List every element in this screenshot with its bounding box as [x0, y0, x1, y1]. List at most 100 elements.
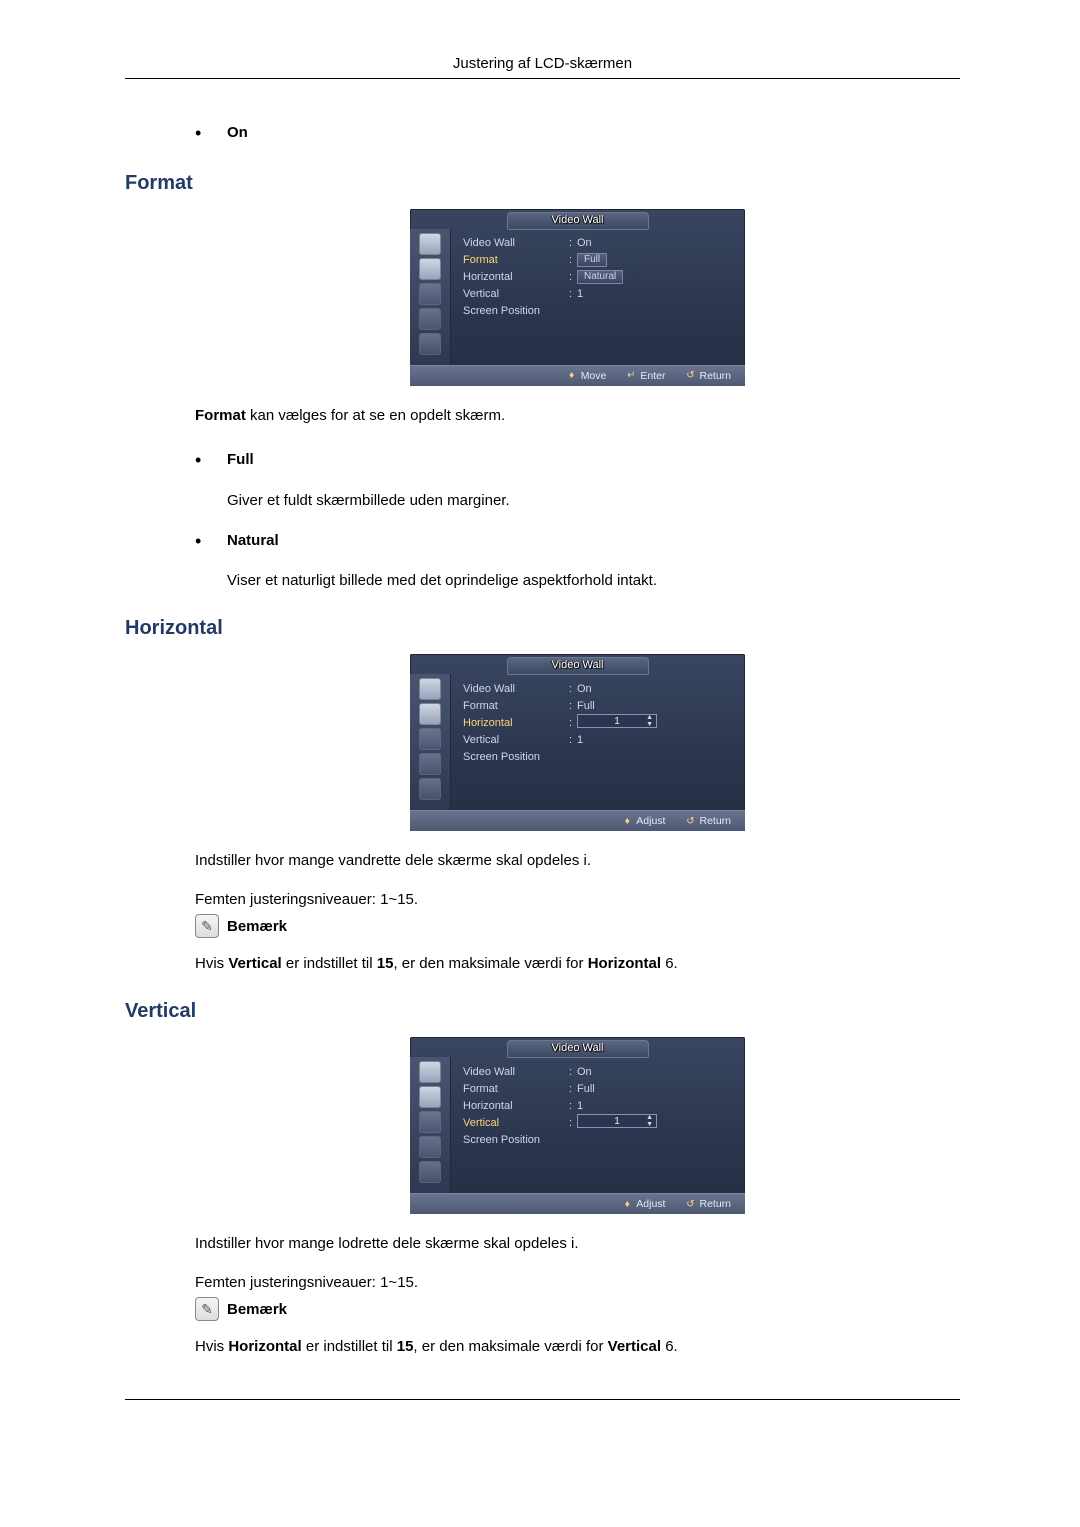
horizontal-desc: Indstiller hvor mange vandrette dele skæ…: [195, 849, 960, 873]
osd-row-label: Vertical: [463, 734, 569, 746]
osd-row-value: On: [577, 237, 592, 249]
bullet-dot-icon: •: [195, 446, 227, 475]
osd-footer-adjust: Adjust: [636, 1198, 665, 1210]
note-t2: er indstillet til: [282, 955, 377, 972]
note-t4: 6.: [661, 1338, 678, 1355]
osd-slider: 1 ▲▼: [577, 714, 657, 728]
osd-row-label: Horizontal: [463, 1100, 569, 1112]
osd-colon: :: [569, 1083, 577, 1095]
osd-row-label: Vertical: [463, 288, 569, 300]
osd-row-label: Horizontal: [463, 271, 569, 283]
osd-footer-return: Return: [699, 370, 731, 382]
osd-sidebar-icon-2: [419, 258, 441, 280]
osd-row-format: Format : Full: [463, 252, 745, 269]
bullet-full: • Full: [195, 446, 960, 475]
note-b3: Vertical: [608, 1338, 661, 1355]
osd-slider-value: 1: [614, 1116, 620, 1127]
osd-row-format: Format : Full: [463, 1080, 745, 1097]
page-footer-rule: [125, 1399, 960, 1400]
osd-row-label: Video Wall: [463, 1066, 569, 1078]
osd-footer: ♦Adjust ↺Return: [410, 1193, 745, 1214]
osd-row-vertical: Vertical : 1: [463, 286, 745, 303]
osd-row-value: Full: [577, 700, 595, 712]
osd-row-value: 1: [577, 1100, 583, 1112]
note-b2: 15: [377, 955, 394, 972]
osd-row-screenposition: Screen Position: [463, 748, 745, 765]
move-icon: ♦: [567, 370, 577, 381]
osd-row-value-pill: Natural: [577, 270, 623, 284]
format-intro-rest: kan vælges for at se en opdelt skærm.: [246, 407, 505, 424]
bullet-on-label: On: [227, 121, 248, 145]
osd-row-label: Video Wall: [463, 237, 569, 249]
note-t1: Hvis: [195, 1338, 228, 1355]
note-t3: , er den maksimale værdi for: [393, 955, 587, 972]
osd-row-videowall: Video Wall : On: [463, 680, 745, 697]
note-icon: ✎: [195, 1297, 219, 1321]
osd-list: Video Wall : On Format : Full Horizontal…: [451, 229, 745, 365]
bullet-full-label: Full: [227, 448, 254, 472]
osd-panel-horizontal: Video Wall Video Wall : On: [410, 654, 745, 831]
osd-footer: ♦Adjust ↺Return: [410, 810, 745, 831]
osd-sidebar: [410, 674, 451, 810]
note-icon: ✎: [195, 914, 219, 938]
osd-row-value-pill: Full: [577, 253, 607, 267]
format-intro-bold: Format: [195, 407, 246, 424]
osd-footer-return: Return: [699, 1198, 731, 1210]
bullet-natural: • Natural: [195, 527, 960, 556]
osd-row-horizontal: Horizontal : Natural: [463, 269, 745, 286]
osd-title: Video Wall: [507, 657, 649, 675]
heading-format: Format: [125, 172, 960, 195]
bullet-dot-icon: •: [195, 119, 227, 148]
osd-row-horizontal: Horizontal : 1: [463, 1097, 745, 1114]
bullet-natural-label: Natural: [227, 529, 279, 553]
osd-colon: :: [569, 717, 577, 729]
osd-sidebar: [410, 1057, 451, 1193]
osd-slider-value: 1: [614, 716, 620, 727]
osd-sidebar-icon-5: [419, 1161, 441, 1183]
osd-row-label: Vertical: [463, 1117, 569, 1129]
osd-sidebar-icon-1: [419, 233, 441, 255]
format-intro: Format kan vælges for at se en opdelt sk…: [195, 404, 960, 428]
triangle-up-icon: ▲: [646, 714, 653, 721]
osd-footer-move: Move: [581, 370, 607, 382]
return-icon: ↺: [685, 1199, 695, 1210]
osd-row-horizontal: Horizontal : 1▲▼: [463, 714, 745, 731]
osd-sidebar-icon-1: [419, 678, 441, 700]
enter-icon: ↵: [626, 370, 636, 381]
osd-sidebar-icon-1: [419, 1061, 441, 1083]
osd-footer: ♦Move ↵Enter ↺Return: [410, 365, 745, 386]
osd-sidebar-icon-4: [419, 308, 441, 330]
vertical-desc: Indstiller hvor mange lodrette dele skær…: [195, 1232, 960, 1256]
osd-row-value: On: [577, 683, 592, 695]
osd-sidebar-icon-2: [419, 1086, 441, 1108]
osd-colon: :: [569, 237, 577, 249]
osd-colon: :: [569, 1117, 577, 1129]
osd-colon: :: [569, 1066, 577, 1078]
osd-row-value: On: [577, 1066, 592, 1078]
osd-footer-return: Return: [699, 815, 731, 827]
heading-horizontal: Horizontal: [125, 617, 960, 640]
osd-row-value: Full: [577, 1083, 595, 1095]
horizontal-levels: Femten justeringsniveauer: 1~15.: [195, 891, 960, 908]
osd-sidebar-icon-2: [419, 703, 441, 725]
vertical-note: Hvis Horizontal er indstillet til 15, er…: [195, 1335, 960, 1359]
osd-panel-format: Video Wall Video Wall : On: [410, 209, 745, 386]
osd-sidebar: [410, 229, 451, 365]
note-b1: Vertical: [228, 955, 281, 972]
triangle-up-icon: ▲: [646, 1114, 653, 1121]
osd-panel-vertical: Video Wall Video Wall : On: [410, 1037, 745, 1214]
osd-list: Video Wall : On Format : Full Horizontal…: [451, 674, 745, 810]
adjust-icon: ♦: [622, 816, 632, 827]
horizontal-note: Hvis Vertical er indstillet til 15, er d…: [195, 952, 960, 976]
osd-row-label: Screen Position: [463, 751, 569, 763]
bullet-on: • On: [195, 119, 960, 148]
page-header: Justering af LCD-skærmen: [125, 55, 960, 79]
note-label: Bemærk: [227, 918, 287, 935]
triangle-down-icon: ▼: [646, 1121, 653, 1128]
natural-desc: Viser et naturligt billede med det oprin…: [227, 569, 960, 593]
triangle-down-icon: ▼: [646, 721, 653, 728]
osd-sidebar-icon-3: [419, 283, 441, 305]
osd-title: Video Wall: [507, 212, 649, 230]
osd-sidebar-icon-3: [419, 1111, 441, 1133]
note-b2: 15: [397, 1338, 414, 1355]
